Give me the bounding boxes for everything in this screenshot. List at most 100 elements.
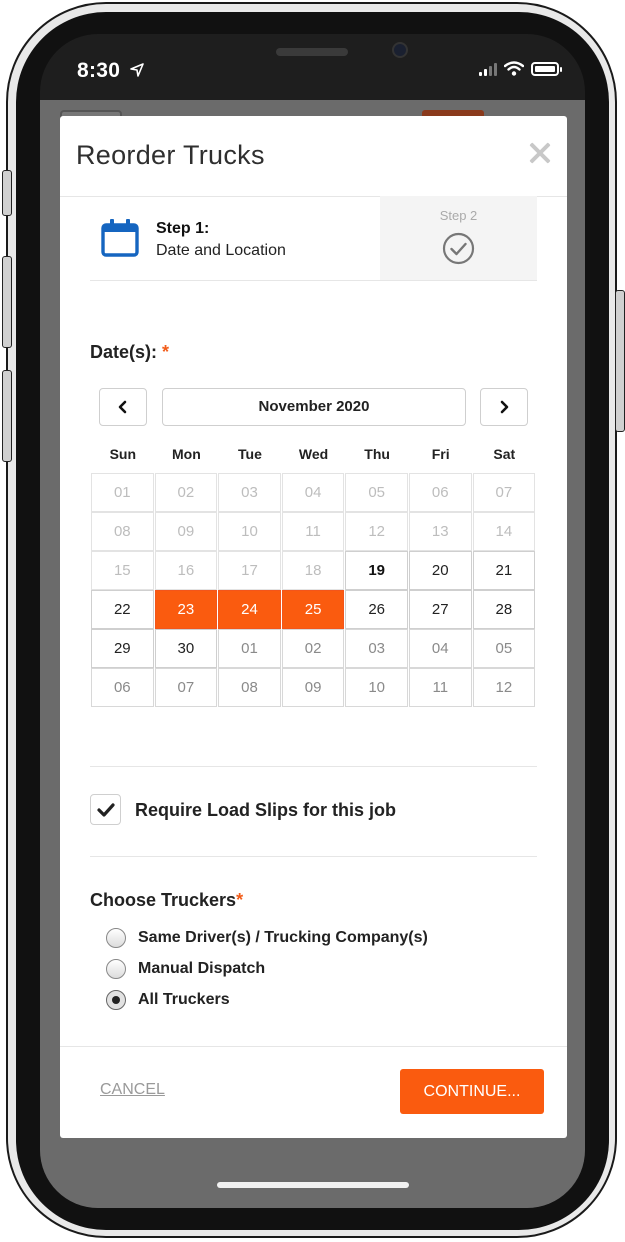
wifi-icon xyxy=(504,61,524,76)
radio-label: Manual Dispatch xyxy=(138,960,266,977)
trucker-option-manual-dispatch[interactable]: Manual Dispatch xyxy=(106,959,265,979)
prev-month-button[interactable] xyxy=(99,388,147,426)
status-icons xyxy=(479,61,562,76)
calendar-day[interactable]: 10 xyxy=(345,668,408,707)
calendar-day[interactable]: 07 xyxy=(154,668,218,707)
chevron-left-icon xyxy=(118,400,127,414)
trucker-option-same-driver[interactable]: Same Driver(s) / Trucking Company(s) xyxy=(106,928,428,948)
calendar-day: 01 xyxy=(91,473,154,512)
status-bar: 8:30 xyxy=(40,34,585,104)
calendar-day: 02 xyxy=(154,473,218,512)
calendar-day: 08 xyxy=(91,512,154,551)
weekday-label: Tue xyxy=(238,446,262,462)
speaker xyxy=(276,48,348,56)
reorder-trucks-modal: Reorder Trucks Step 1: Date and Location… xyxy=(60,116,567,1138)
radio-button[interactable] xyxy=(106,928,126,948)
weekday-header: Sun Mon Tue Wed Thu Fri Sat xyxy=(91,446,536,462)
load-slips-checkbox[interactable] xyxy=(90,794,121,825)
calendar-day[interactable]: 04 xyxy=(408,629,472,668)
status-time: 8:30 xyxy=(77,59,121,82)
continue-button[interactable]: CONTINUE... xyxy=(400,1069,544,1114)
calendar-day-selected[interactable]: 25 xyxy=(281,590,345,629)
month-label[interactable]: November 2020 xyxy=(162,388,466,426)
calendar-day[interactable]: 20 xyxy=(408,551,472,590)
calendar-day[interactable]: 08 xyxy=(218,668,281,707)
weekday-label: Mon xyxy=(171,446,201,462)
calendar-day[interactable]: 11 xyxy=(408,668,472,707)
calendar-day[interactable]: 22 xyxy=(91,590,154,629)
choose-truckers-text: Choose Truckers xyxy=(90,890,237,910)
calendar-day: 15 xyxy=(91,551,154,590)
close-icon[interactable] xyxy=(527,140,553,166)
weekday-label: Fri xyxy=(431,446,450,462)
calendar-day: 03 xyxy=(218,473,281,512)
calendar-day: 13 xyxy=(408,512,472,551)
mute-switch xyxy=(2,170,12,216)
volume-up-button xyxy=(2,256,12,348)
choose-truckers-label: Choose Truckers* xyxy=(90,890,243,911)
step-1-label: Date and Location xyxy=(156,242,286,259)
weekday-label: Sat xyxy=(493,446,516,462)
calendar-day-selected[interactable]: 23 xyxy=(154,590,218,629)
calendar-day: 12 xyxy=(345,512,408,551)
required-marker: * xyxy=(162,342,170,362)
dates-label-text: Date(s): xyxy=(90,342,158,362)
radio-button-selected[interactable] xyxy=(106,990,126,1010)
weekday-label: Thu xyxy=(364,446,390,462)
calendar-day[interactable]: 28 xyxy=(472,590,536,629)
calendar-day: 16 xyxy=(154,551,218,590)
radio-label: Same Driver(s) / Trucking Company(s) xyxy=(138,929,428,946)
step-2-number: Step 2 xyxy=(439,208,478,223)
calendar-day[interactable]: 26 xyxy=(345,590,408,629)
modal-header: Reorder Trucks xyxy=(60,116,567,197)
step-1[interactable]: Step 1: Date and Location xyxy=(90,196,380,280)
calendar-day: 09 xyxy=(154,512,218,551)
next-month-button[interactable] xyxy=(480,388,528,426)
calendar-day[interactable]: 02 xyxy=(281,629,345,668)
trucker-option-all-truckers[interactable]: All Truckers xyxy=(106,990,230,1010)
required-marker: * xyxy=(236,890,244,910)
calendar-day: 07 xyxy=(472,473,536,512)
calendar-day[interactable]: 05 xyxy=(472,629,536,668)
front-camera xyxy=(392,42,408,58)
calendar-day[interactable]: 12 xyxy=(472,668,536,707)
calendar-day-selected[interactable]: 24 xyxy=(218,590,281,629)
weekday-label: Sun xyxy=(109,446,137,462)
weekday-label: Wed xyxy=(298,446,329,462)
calendar-day: 11 xyxy=(281,512,345,551)
step-2[interactable]: Step 2 xyxy=(380,196,537,280)
check-circle-icon xyxy=(442,232,475,265)
chevron-right-icon xyxy=(500,400,509,414)
power-button xyxy=(615,290,625,432)
battery-icon xyxy=(531,62,562,76)
calendar-icon xyxy=(101,219,139,257)
calendar-day[interactable]: 01 xyxy=(218,629,281,668)
radio-button[interactable] xyxy=(106,959,126,979)
location-arrow-icon xyxy=(130,63,144,77)
step-indicator: Step 1: Date and Location Step 2 xyxy=(90,196,537,281)
calendar-day[interactable]: 30 xyxy=(154,629,218,668)
footer-divider xyxy=(60,1046,567,1047)
calendar-grid: 01 02 03 04 05 06 07 08 09 10 11 12 13 14 15 16 17 18 19 20… xyxy=(91,473,536,707)
calendar-day[interactable]: 09 xyxy=(281,668,345,707)
load-slips-label[interactable]: Require Load Slips for this job xyxy=(135,800,396,821)
calendar-day: 05 xyxy=(345,473,408,512)
cancel-button[interactable]: CANCEL xyxy=(100,1081,165,1099)
signal-icon xyxy=(479,63,497,76)
divider xyxy=(90,766,537,767)
calendar-day: 06 xyxy=(408,473,472,512)
dates-label: Date(s): * xyxy=(90,342,169,363)
home-indicator xyxy=(217,1182,409,1188)
calendar-day: 14 xyxy=(472,512,536,551)
checkmark-icon xyxy=(97,803,115,817)
volume-down-button xyxy=(2,370,12,462)
calendar-day[interactable]: 03 xyxy=(345,629,408,668)
step-1-number: Step 1: xyxy=(156,220,210,237)
calendar-day[interactable]: 06 xyxy=(91,668,154,707)
calendar-day[interactable]: 21 xyxy=(472,551,536,590)
calendar-day[interactable]: 29 xyxy=(91,629,154,668)
divider xyxy=(90,856,537,857)
calendar-day: 10 xyxy=(218,512,281,551)
calendar-day[interactable]: 27 xyxy=(408,590,472,629)
calendar-day[interactable]: 19 xyxy=(345,551,408,590)
